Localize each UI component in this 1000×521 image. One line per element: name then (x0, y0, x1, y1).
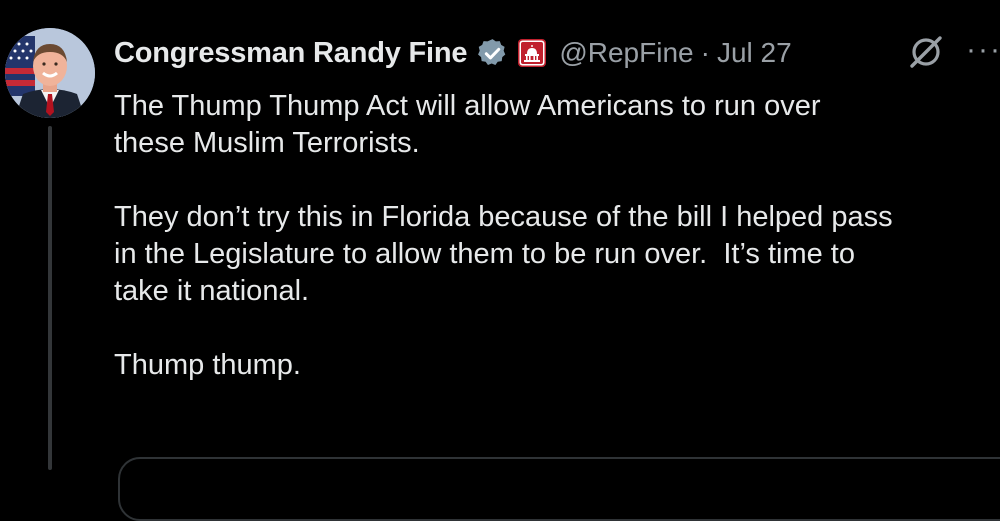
thread-connector-line (48, 126, 52, 470)
capitol-building-icon[interactable] (518, 39, 547, 67)
avatar-image (5, 28, 95, 118)
tweet-paragraph: They don’t try this in Florida because o… (114, 201, 893, 307)
tweet-paragraph: The Thump Thump Act will allow Americans… (114, 90, 821, 159)
verified-badge-icon[interactable] (476, 37, 509, 70)
tweet-text: The Thump Thump Act will allow Americans… (114, 88, 1000, 384)
tweet-header: Congressman Randy Fine @RepFine · Jul 27 (114, 30, 792, 76)
tweet-date[interactable]: Jul 27 (717, 37, 792, 69)
quoted-tweet-card[interactable] (118, 457, 1000, 521)
more-options-icon[interactable]: ··· (966, 30, 1000, 70)
tweet-paragraph: Thump thump. (114, 349, 301, 381)
grok-icon[interactable] (906, 32, 946, 72)
separator-dot: · (700, 37, 710, 68)
author-name[interactable]: Congressman Randy Fine (114, 37, 468, 70)
author-handle[interactable]: @RepFine (559, 37, 693, 69)
profile-avatar[interactable] (5, 28, 95, 118)
